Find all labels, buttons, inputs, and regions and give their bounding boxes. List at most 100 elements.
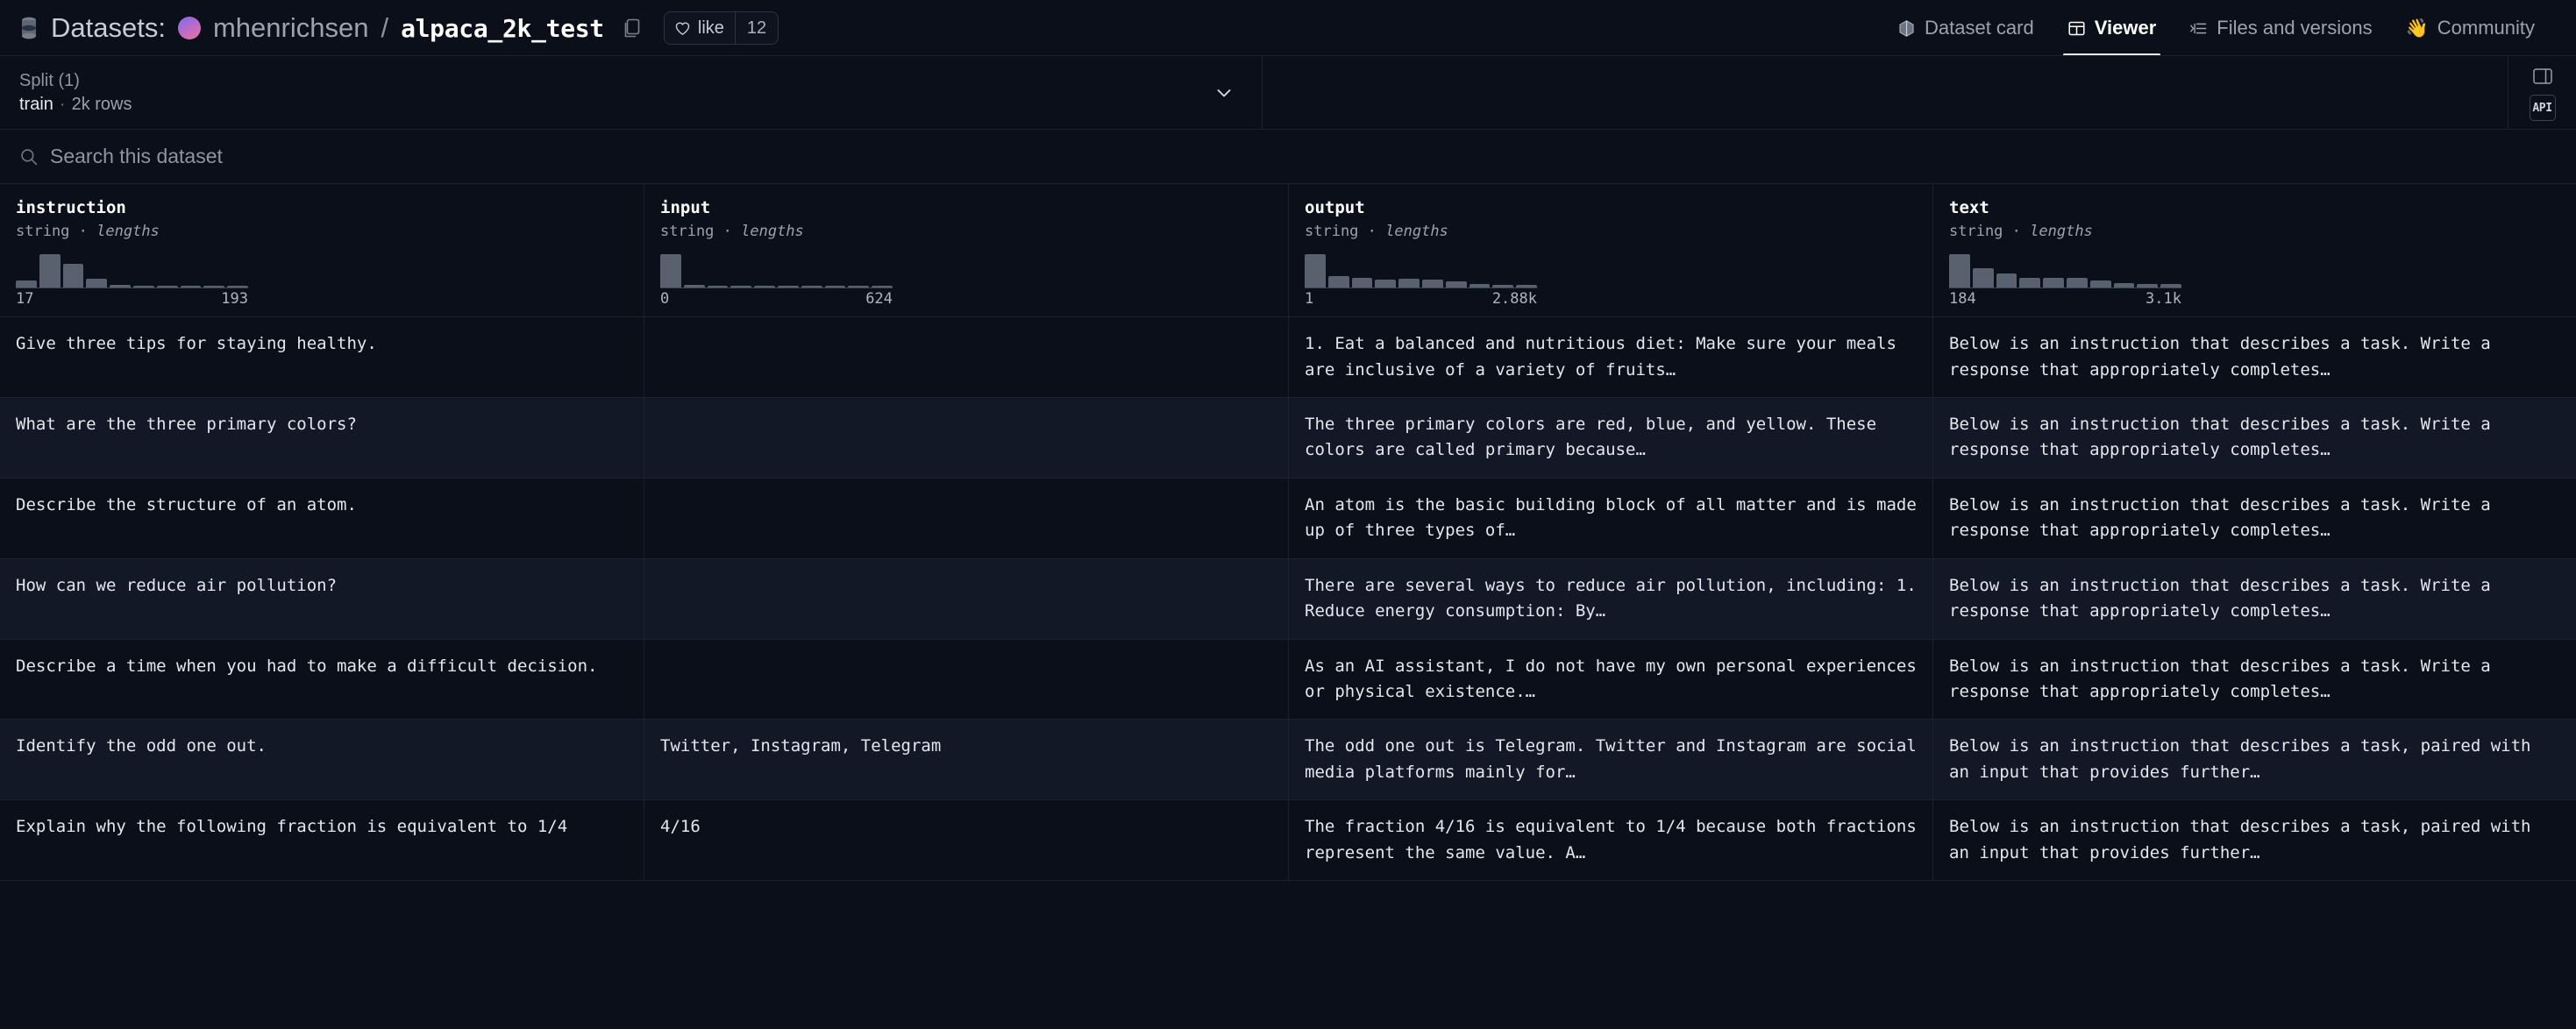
cell-output[interactable]: As an AI assistant, I do not have my own…	[1289, 639, 1933, 720]
histogram-bar	[848, 286, 870, 288]
api-button[interactable]: API	[2529, 95, 2556, 121]
column-histogram[interactable]: 1 2.88k	[1305, 254, 1537, 308]
histogram-max: 3.1k	[2145, 290, 2181, 309]
waving-hand-emoji: 👋	[2405, 18, 2429, 39]
tab-label: Files and versions	[2217, 17, 2373, 39]
histogram-bar	[2066, 278, 2088, 288]
cell-instruction[interactable]: Give three tips for staying healthy.	[0, 317, 644, 397]
column-header-input[interactable]: input string · lengths 0 624	[644, 184, 1289, 317]
histogram-bar	[156, 286, 178, 288]
chevron-down-icon[interactable]	[1213, 82, 1235, 104]
split-bar-spacer	[1263, 56, 2508, 129]
owner-link[interactable]: mhenrichsen	[213, 12, 368, 44]
cell-instruction[interactable]: Identify the odd one out.	[0, 720, 644, 800]
cell-output[interactable]: The fraction 4/16 is equivalent to 1/4 b…	[1289, 800, 1933, 881]
tab-dataset-card[interactable]: Dataset card	[1881, 0, 2051, 56]
table-row[interactable]: What are the three primary colors? The th…	[0, 397, 2576, 479]
column-header-output[interactable]: output string · lengths 1 2.88k	[1289, 184, 1933, 317]
search-bar	[0, 130, 2576, 184]
histogram-bar	[1398, 279, 1420, 288]
histogram-bar	[754, 286, 775, 288]
histogram-bar	[1972, 268, 1994, 288]
tab-viewer[interactable]: Viewer	[2051, 0, 2174, 56]
column-dtype: string	[1305, 222, 1359, 240]
cell-instruction[interactable]: What are the three primary colors?	[0, 397, 644, 478]
cell-input[interactable]	[644, 397, 1289, 478]
copy-icon[interactable]	[622, 17, 643, 39]
histogram-bars	[1305, 254, 1537, 289]
repo-name-link[interactable]: alpaca_2k_test	[401, 14, 604, 43]
histogram-bar	[1421, 280, 1443, 288]
cell-text[interactable]: Below is an instruction that describes a…	[1933, 640, 2576, 720]
cell-text[interactable]: Below is an instruction that describes a…	[1933, 559, 2576, 639]
split-sep: ·	[59, 95, 66, 114]
files-list-icon	[2190, 23, 2207, 33]
cell-output[interactable]: 1. Eat a balanced and nutritious diet: M…	[1289, 317, 1933, 397]
histogram-bars	[1949, 254, 2181, 289]
histogram-min: 1	[1305, 290, 1314, 309]
column-header-text[interactable]: text string · lengths 184 3.1k	[1933, 184, 2576, 316]
tab-community[interactable]: 👋 Community	[2389, 0, 2551, 56]
split-selector[interactable]: Split (1) train · 2k rows	[0, 56, 1263, 130]
cell-text[interactable]: Below is an instruction that describes a…	[1933, 800, 2576, 880]
cell-text[interactable]: Below is an instruction that describes a…	[1933, 720, 2576, 799]
cell-instruction[interactable]: Describe the structure of an atom.	[0, 478, 644, 558]
cell-output[interactable]: The three primary colors are red, blue, …	[1289, 397, 1933, 478]
column-histogram[interactable]: 184 3.1k	[1949, 254, 2181, 308]
column-histogram[interactable]: 0 624	[660, 254, 893, 308]
table-row[interactable]: Describe a time when you had to make a d…	[0, 639, 2576, 720]
cell-input[interactable]	[644, 478, 1289, 558]
split-name: train	[19, 95, 53, 114]
cell-input[interactable]: 4/16	[644, 800, 1289, 881]
cell-output[interactable]: The odd one out is Telegram. Twitter and…	[1289, 720, 1933, 800]
cell-text[interactable]: Below is an instruction that describes a…	[1933, 317, 2576, 397]
tab-files-and-versions[interactable]: Files and versions	[2173, 0, 2388, 56]
column-header-instruction[interactable]: instruction string · lengths 17 193	[0, 184, 644, 317]
cell-output[interactable]: An atom is the basic building block of a…	[1289, 478, 1933, 558]
cell-output[interactable]: There are several ways to reduce air pol…	[1289, 558, 1933, 639]
column-name: output	[1305, 198, 1365, 217]
histogram-bar	[227, 286, 248, 288]
table-row[interactable]: Identify the odd one out. Twitter, Instag…	[0, 720, 2576, 801]
histogram-bar	[1445, 281, 1467, 288]
cell-instruction[interactable]: Explain why the following fraction is eq…	[0, 800, 644, 881]
cell-input[interactable]	[644, 558, 1289, 639]
histogram-bar	[2089, 280, 2111, 288]
histogram-min: 17	[16, 290, 34, 309]
split-label: Split (1)	[19, 71, 80, 90]
column-name: input	[660, 198, 711, 217]
table-row[interactable]: Give three tips for staying healthy. 1. E…	[0, 317, 2576, 398]
histogram-bar	[824, 286, 846, 288]
table-row[interactable]: Explain why the following fraction is eq…	[0, 800, 2576, 882]
like-count[interactable]: 12	[736, 12, 778, 44]
dataset-card-icon	[1899, 19, 1914, 37]
histogram-axis: 1 2.88k	[1305, 290, 1537, 308]
histogram-axis: 0 624	[660, 290, 893, 308]
column-dtype: string	[1949, 222, 2003, 240]
table-row[interactable]: Describe the structure of an atom. An ato…	[0, 478, 2576, 559]
heart-icon	[675, 22, 690, 35]
owner-avatar	[177, 17, 201, 39]
cell-text[interactable]: Below is an instruction that describes a…	[1933, 479, 2576, 558]
histogram-bars	[16, 254, 248, 289]
split-bar: Split (1) train · 2k rows API	[0, 56, 2576, 130]
histogram-axis: 17 193	[16, 290, 248, 308]
histogram-bar	[1305, 254, 1326, 288]
column-histogram[interactable]: 17 193	[16, 254, 248, 308]
tab-label: Community	[2437, 17, 2535, 39]
cell-instruction[interactable]: Describe a time when you had to make a d…	[0, 639, 644, 720]
search-input[interactable]	[50, 145, 2557, 168]
cell-input[interactable]: Twitter, Instagram, Telegram	[644, 720, 1289, 800]
cell-text[interactable]: Below is an instruction that describes a…	[1933, 398, 2576, 478]
histogram-bar	[39, 254, 60, 288]
histogram-bar	[683, 285, 705, 288]
table-row[interactable]: How can we reduce air pollution? There ar…	[0, 558, 2576, 640]
cell-input[interactable]	[644, 317, 1289, 397]
cell-instruction[interactable]: How can we reduce air pollution?	[0, 558, 644, 639]
histogram-bar	[660, 254, 681, 288]
histogram-axis: 184 3.1k	[1949, 290, 2181, 308]
cell-input[interactable]	[644, 639, 1289, 720]
toggle-sidebar-icon[interactable]	[2531, 65, 2554, 88]
database-icon	[22, 17, 36, 39]
like-button[interactable]: like	[665, 12, 736, 44]
